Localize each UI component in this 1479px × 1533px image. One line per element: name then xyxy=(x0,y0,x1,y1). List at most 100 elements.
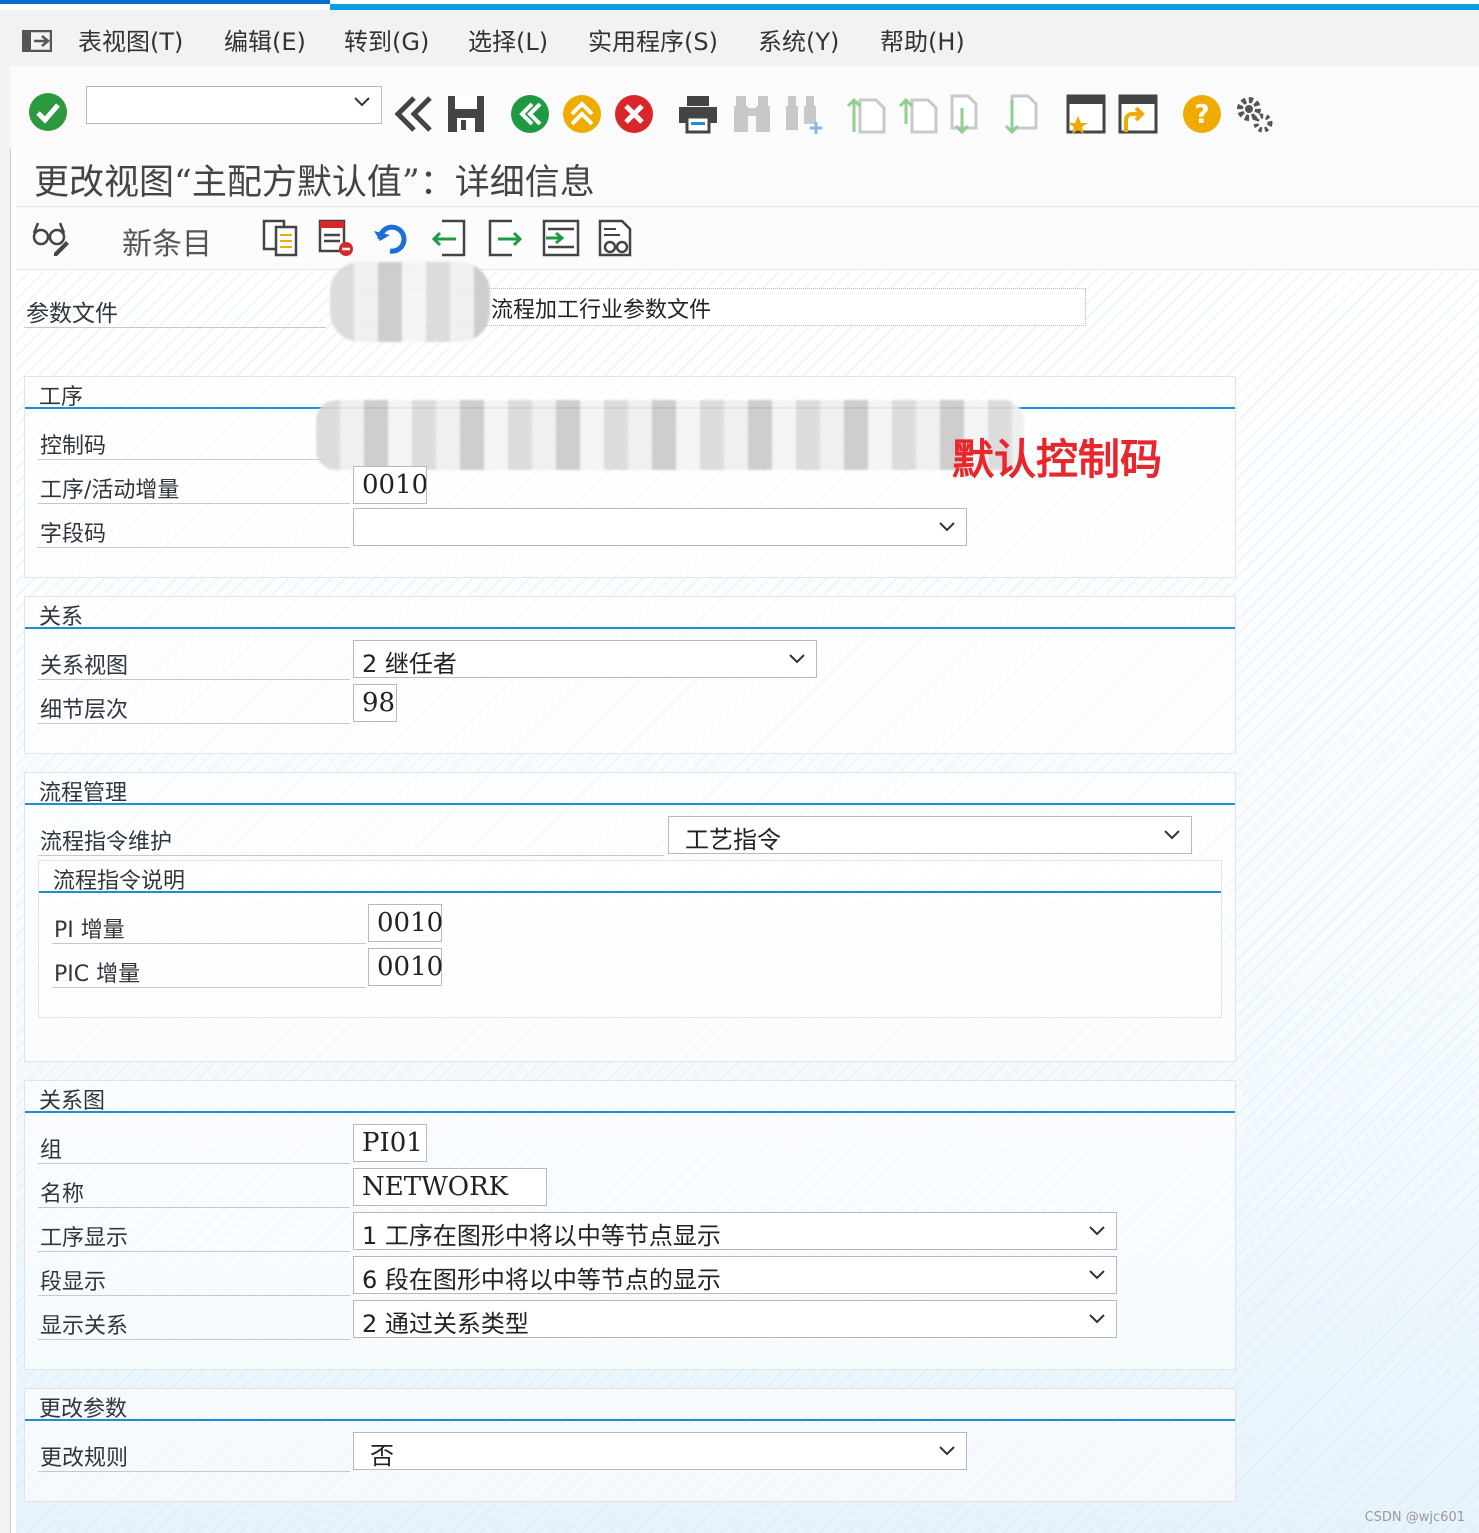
graphic-group-value: PI01 xyxy=(362,1128,423,1158)
menu-select[interactable]: 选择(L) xyxy=(468,22,548,57)
increment-label: 工序/活动增量 xyxy=(40,478,180,503)
next-entry-icon[interactable] xyxy=(486,219,524,257)
change-rule-dropdown[interactable]: 否 xyxy=(353,1432,967,1470)
copy-icon[interactable] xyxy=(262,219,300,257)
detail-level-field[interactable]: 98 xyxy=(353,684,397,722)
pi-increment-label-underline xyxy=(52,943,366,944)
pic-increment-value: 0010 xyxy=(377,952,444,982)
profile-value: 流程加工行业参数文件 xyxy=(491,298,712,323)
change-rule-label-underline xyxy=(38,1471,350,1472)
pi-maintenance-label-underline xyxy=(38,855,664,856)
window-top-bar xyxy=(0,0,1479,10)
relationship-display-dropdown[interactable]: 2 通过关系类型 xyxy=(353,1300,1117,1338)
group-title-line xyxy=(39,891,1221,893)
menu-table-view[interactable]: 表视图(T) xyxy=(78,22,183,57)
redacted-profile-key xyxy=(330,262,490,342)
group-title-line xyxy=(25,803,1235,805)
increment-label-underline xyxy=(38,503,350,504)
profile-label-underline xyxy=(24,327,326,328)
previous-page-icon[interactable] xyxy=(898,94,938,134)
relationship-view-dropdown[interactable]: 2 继任者 xyxy=(353,640,817,678)
back-icon[interactable] xyxy=(394,94,434,134)
operation-display-label-underline xyxy=(38,1251,350,1252)
detail-level-label: 细节层次 xyxy=(40,698,129,723)
settings-icon[interactable] xyxy=(1234,94,1274,134)
graphic-name-label: 名称 xyxy=(40,1182,85,1207)
undo-icon[interactable] xyxy=(372,219,410,257)
delete-icon[interactable] xyxy=(318,219,356,257)
create-session-icon[interactable] xyxy=(1066,94,1106,134)
print-view-icon[interactable] xyxy=(598,219,636,257)
last-page-icon[interactable] xyxy=(1002,94,1042,134)
detail-level-label-underline xyxy=(38,723,350,724)
chevron-down-icon[interactable] xyxy=(938,1442,956,1460)
increment-field[interactable]: 0010 xyxy=(353,466,427,504)
relationship-display-value: 2 通过关系类型 xyxy=(362,1310,529,1338)
new-entry-button[interactable]: 新条目 xyxy=(122,219,212,263)
chevron-down-icon[interactable] xyxy=(353,93,371,111)
graphic-group-label-underline xyxy=(38,1163,350,1164)
group-title-line xyxy=(25,1111,1235,1113)
pic-increment-label: PIC 增量 xyxy=(54,962,141,987)
find-icon[interactable] xyxy=(732,94,772,134)
field-key-dropdown[interactable] xyxy=(353,508,967,546)
operation-display-dropdown[interactable]: 1 工序在图形中将以中等节点显示 xyxy=(353,1212,1117,1250)
pi-maintenance-label: 流程指令维护 xyxy=(40,830,173,855)
next-page-icon[interactable] xyxy=(950,94,990,134)
svg-text:?: ? xyxy=(1194,100,1209,130)
operation-display-value: 1 工序在图形中将以中等节点显示 xyxy=(362,1222,721,1250)
relationship-display-label-underline xyxy=(38,1339,350,1340)
chevron-down-icon[interactable] xyxy=(1088,1266,1106,1284)
chevron-down-icon[interactable] xyxy=(938,518,956,536)
relationship-view-label-underline xyxy=(38,679,350,680)
segment-display-label-underline xyxy=(38,1295,350,1296)
cancel-icon[interactable] xyxy=(614,94,654,134)
graphic-group-field[interactable]: PI01 xyxy=(353,1124,427,1162)
detail-level-value: 98 xyxy=(362,688,396,718)
field-key-label: 字段码 xyxy=(40,522,107,547)
menu-system[interactable]: 系统(Y) xyxy=(758,22,839,57)
chevron-down-icon[interactable] xyxy=(1088,1222,1106,1240)
exit-icon[interactable] xyxy=(562,94,602,134)
pic-increment-field[interactable]: 0010 xyxy=(368,948,444,986)
relationship-view-label: 关系视图 xyxy=(40,654,129,679)
menu-icon[interactable] xyxy=(22,30,52,52)
pi-increment-label: PI 增量 xyxy=(54,918,125,943)
change-rule-label: 更改规则 xyxy=(40,1446,129,1471)
pi-maintenance-dropdown[interactable]: 工艺指令 xyxy=(668,816,1192,854)
title-bar: 更改视图“主配方默认值”：详细信息 xyxy=(16,148,1479,207)
graphic-group-label: 组 xyxy=(40,1138,63,1163)
active-tab-indicator xyxy=(0,0,330,4)
watermark: CSDN @wjc601 xyxy=(1364,1510,1465,1525)
graphic-name-field[interactable]: NETWORK xyxy=(353,1168,547,1206)
shortcut-icon[interactable] xyxy=(1118,94,1158,134)
print-icon[interactable] xyxy=(678,94,718,134)
menu-utilities[interactable]: 实用程序(S) xyxy=(588,22,718,57)
save-icon[interactable] xyxy=(446,94,486,134)
operation-display-label: 工序显示 xyxy=(40,1226,129,1251)
find-next-icon[interactable] xyxy=(784,94,824,134)
change-rule-value: 否 xyxy=(370,1442,394,1470)
relationship-display-label: 显示关系 xyxy=(40,1314,129,1339)
menu-help[interactable]: 帮助(H) xyxy=(880,22,965,57)
chevron-down-icon[interactable] xyxy=(1088,1310,1106,1328)
help-icon[interactable]: ? xyxy=(1182,94,1222,134)
field-key-label-underline xyxy=(38,547,350,548)
chevron-down-icon[interactable] xyxy=(788,650,806,668)
menu-edit[interactable]: 编辑(E) xyxy=(224,22,306,57)
display-change-icon[interactable] xyxy=(32,219,70,257)
chevron-down-icon[interactable] xyxy=(1163,826,1181,844)
relationship-view-value: 2 继任者 xyxy=(362,650,457,678)
segment-display-dropdown[interactable]: 6 段在图形中将以中等节点的显示 xyxy=(353,1256,1117,1294)
previous-entry-icon[interactable] xyxy=(430,219,468,257)
group-title-line xyxy=(25,627,1235,629)
first-page-icon[interactable] xyxy=(846,94,886,134)
control-key-label: 控制码 xyxy=(40,434,107,459)
command-field[interactable] xyxy=(86,86,382,124)
select-icon[interactable] xyxy=(542,219,580,257)
pi-increment-field[interactable]: 0010 xyxy=(368,904,443,942)
enter-icon[interactable] xyxy=(28,92,68,132)
back-green-icon[interactable] xyxy=(510,94,550,134)
application-toolbar: 新条目 xyxy=(16,207,1479,270)
menu-goto[interactable]: 转到(G) xyxy=(344,22,429,57)
